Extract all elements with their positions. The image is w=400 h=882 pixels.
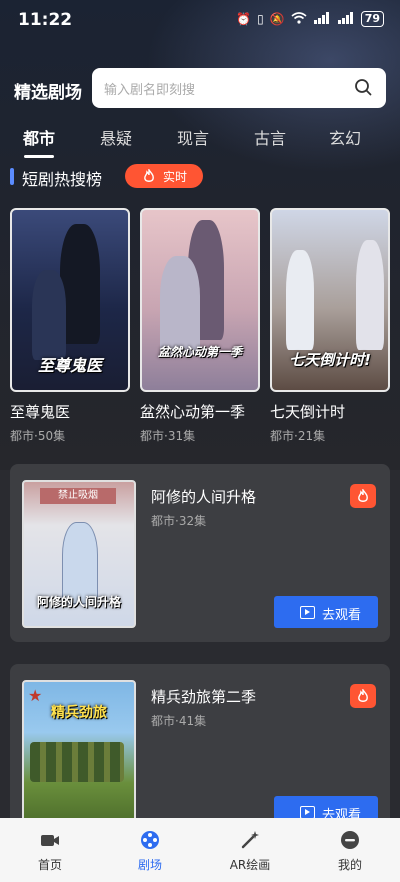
poster-figure <box>356 240 384 350</box>
tab-dushi[interactable]: 都市 <box>23 125 55 149</box>
play-icon <box>300 606 315 619</box>
nav-label: 剧场 <box>137 858 162 872</box>
tab-xianyan[interactable]: 现言 <box>177 125 209 149</box>
active-tab-indicator <box>24 155 54 158</box>
mute-icon: 🔕 <box>269 12 285 26</box>
drama-poster[interactable]: 盆然心动第一季 <box>140 208 260 392</box>
profile-icon <box>341 831 359 849</box>
poster-figure <box>62 522 98 604</box>
battery-indicator: 79 <box>360 11 384 27</box>
featured-poster[interactable]: ★ 精兵劲旅 <box>22 680 136 828</box>
hot-badge <box>350 684 376 708</box>
watch-button-label: 去观看 <box>322 608 362 623</box>
search-icon[interactable] <box>354 78 372 100</box>
film-reel-icon <box>141 831 159 849</box>
nav-home[interactable]: 首页 <box>0 818 100 882</box>
poster-title: 至尊鬼医 <box>37 356 102 375</box>
drama-name[interactable]: 七天倒计时 <box>270 401 345 422</box>
status-time: 11:22 <box>18 10 73 30</box>
poster-title: 七天倒计时! <box>289 351 371 369</box>
realtime-badge[interactable]: 实时 <box>125 164 203 188</box>
poster-figure <box>32 270 66 360</box>
status-bar: 11:22 ⏰ ▯ 🔕 79 <box>0 0 400 40</box>
page-title: 精选剧场 <box>14 83 82 103</box>
category-tabs: 都市 悬疑 现言 古言 玄幻 <box>0 122 400 162</box>
poster-title: 阿修的人间升格 <box>36 595 121 609</box>
drama-name[interactable]: 盆然心动第一季 <box>140 401 245 422</box>
nav-label: 我的 <box>337 858 362 872</box>
featured-meta: 都市·41集 <box>151 714 207 728</box>
search-placeholder: 输入剧名即刻搜 <box>104 83 196 98</box>
search-input[interactable]: 输入剧名即刻搜 <box>92 68 386 108</box>
nav-theater[interactable]: 剧场 <box>100 818 200 882</box>
poster-sign: 禁止吸烟 <box>40 488 116 504</box>
nav-label: AR绘画 <box>229 858 271 872</box>
video-icon <box>41 835 59 846</box>
drama-meta: 都市·50集 <box>10 429 66 443</box>
signal-icon-2 <box>337 11 355 27</box>
featured-meta: 都市·32集 <box>151 514 207 528</box>
hot-badge <box>350 484 376 508</box>
featured-drama-card[interactable]: 禁止吸烟 阿修的人间升格 阿修的人间升格 都市·32集 去观看 <box>10 464 390 642</box>
drama-poster[interactable]: 七天倒计时! <box>270 208 390 392</box>
tab-xuanyi[interactable]: 悬疑 <box>100 125 132 149</box>
bottom-nav: 首页 剧场 AR绘画 我的 <box>0 818 400 882</box>
featured-name[interactable]: 精兵劲旅第二季 <box>151 686 256 707</box>
alarm-icon: ⏰ <box>236 12 252 26</box>
drama-card[interactable]: 七天倒计时! 七天倒计时 都市·21集 <box>270 208 390 443</box>
section-accent-bar <box>10 168 14 185</box>
nav-label: 首页 <box>37 858 62 872</box>
featured-name[interactable]: 阿修的人间升格 <box>151 486 256 507</box>
tab-xuanhuan[interactable]: 玄幻 <box>329 125 361 149</box>
nav-ar-drawing[interactable]: AR绘画 <box>200 818 300 882</box>
poster-title: 盆然心动第一季 <box>157 345 242 359</box>
vibrate-icon: ▯ <box>257 12 264 26</box>
drama-card[interactable]: 至尊鬼医 至尊鬼医 都市·50集 <box>10 208 130 443</box>
tab-guyan[interactable]: 古言 <box>254 125 286 149</box>
drama-meta: 都市·31集 <box>140 429 196 443</box>
drama-poster[interactable]: 至尊鬼医 <box>10 208 130 392</box>
poster-soldiers <box>30 742 124 782</box>
flame-icon <box>144 169 154 182</box>
poster-figure <box>286 250 314 350</box>
drama-name[interactable]: 至尊鬼医 <box>10 401 70 422</box>
poster-figure <box>160 256 200 356</box>
status-icons: ⏰ ▯ 🔕 79 <box>236 11 384 27</box>
flame-icon <box>358 689 368 702</box>
drama-card[interactable]: 盆然心动第一季 盆然心动第一季 都市·31集 <box>140 208 260 443</box>
header: 精选剧场 输入剧名即刻搜 <box>14 68 386 108</box>
section-title: 短剧热搜榜 <box>22 170 103 189</box>
poster-figure <box>60 224 100 344</box>
magic-wand-icon <box>241 831 259 849</box>
wifi-icon <box>291 11 307 27</box>
watch-button[interactable]: 去观看 <box>274 596 378 628</box>
signal-icon <box>313 11 331 27</box>
flame-icon <box>358 489 368 502</box>
featured-poster[interactable]: 禁止吸烟 阿修的人间升格 <box>22 480 136 628</box>
featured-drama-card[interactable]: ★ 精兵劲旅 精兵劲旅第二季 都市·41集 去观看 <box>10 664 390 842</box>
realtime-label: 实时 <box>163 170 188 184</box>
drama-meta: 都市·21集 <box>270 429 326 443</box>
nav-profile[interactable]: 我的 <box>300 818 400 882</box>
poster-title: 精兵劲旅 <box>51 705 107 721</box>
